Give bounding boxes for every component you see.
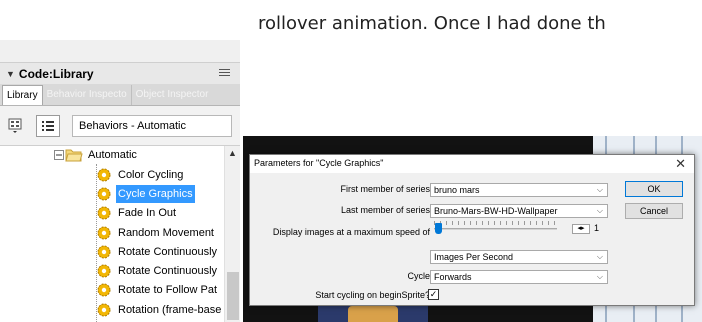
tab-library[interactable]: Library bbox=[2, 85, 43, 105]
gear-icon bbox=[97, 264, 111, 278]
gear-icon bbox=[97, 187, 111, 201]
panel-header-strip bbox=[0, 40, 240, 62]
last-member-value: Bruno-Mars-BW-HD-Wallpaper bbox=[434, 206, 558, 216]
gear-icon bbox=[97, 303, 111, 317]
collapse-triangle-icon[interactable]: ▼ bbox=[6, 69, 15, 79]
tree-item-label: Rotate Continuously bbox=[118, 265, 218, 277]
library-tree: Automatic Color Cycling Cycle Graphics F… bbox=[0, 146, 240, 322]
chevron-down-icon: ⌵ bbox=[596, 185, 603, 194]
cycle-label: Cycle bbox=[407, 271, 430, 281]
speed-slider-track[interactable] bbox=[434, 221, 557, 233]
speed-unit-select[interactable]: Images Per Second ⌵ bbox=[430, 250, 608, 264]
tree-item-label: Fade In Out bbox=[118, 207, 177, 219]
tree-item-label: Color Cycling bbox=[118, 169, 184, 181]
speed-unit-value: Images Per Second bbox=[434, 252, 514, 262]
first-member-value: bruno mars bbox=[434, 185, 480, 195]
speed-label: Display images at a maximum speed of bbox=[272, 227, 430, 237]
scroll-thumb[interactable] bbox=[227, 272, 239, 320]
close-icon[interactable]: ✕ bbox=[675, 156, 686, 172]
dialog-title: Parameters for "Cycle Graphics" bbox=[254, 158, 384, 168]
gear-icon bbox=[97, 226, 111, 240]
parameters-dialog: Parameters for "Cycle Graphics" ✕ First … bbox=[249, 154, 695, 306]
dialog-body: First member of series bruno mars ⌵ Last… bbox=[250, 173, 694, 305]
speed-slider-thumb[interactable] bbox=[435, 223, 442, 234]
library-view-icon[interactable] bbox=[8, 118, 28, 134]
tree-scrollbar[interactable]: ▲ bbox=[224, 146, 240, 322]
folder-icon bbox=[65, 149, 83, 162]
chevron-down-icon: ⌵ bbox=[596, 252, 603, 261]
article-text: rollover animation. Once I had done th bbox=[258, 13, 606, 34]
start-cycling-label: Start cycling on beginSprite? bbox=[315, 290, 430, 300]
gear-icon bbox=[97, 168, 111, 182]
start-cycling-checkbox[interactable]: ✓ bbox=[428, 289, 439, 300]
gear-icon bbox=[97, 283, 111, 297]
tab-object-inspector[interactable]: Object Inspector bbox=[130, 85, 213, 105]
tree-folder-label: Automatic bbox=[88, 149, 137, 161]
tree-item-label: Rotation (frame-base bbox=[118, 304, 222, 316]
last-member-label: Last member of series bbox=[340, 205, 430, 215]
panel-title: Code:Library bbox=[18, 66, 94, 81]
list-view-icon[interactable] bbox=[36, 115, 60, 137]
cycle-select[interactable]: Forwards ⌵ bbox=[430, 270, 608, 284]
tree-item-label: Rotate to Follow Pat bbox=[118, 284, 218, 296]
last-member-select[interactable]: Bruno-Mars-BW-HD-Wallpaper ⌵ bbox=[430, 204, 608, 218]
scroll-up-icon[interactable]: ▲ bbox=[228, 148, 237, 158]
gear-icon bbox=[97, 245, 111, 259]
cycle-value: Forwards bbox=[434, 272, 472, 282]
speed-value: 1 bbox=[594, 223, 600, 233]
tree-item-label: Cycle Graphics bbox=[116, 185, 195, 203]
gear-icon bbox=[97, 206, 111, 220]
panel-menu-icon[interactable] bbox=[219, 69, 230, 79]
first-member-select[interactable]: bruno mars ⌵ bbox=[430, 183, 608, 197]
first-member-label: First member of series bbox=[340, 184, 430, 194]
panel-titlebar[interactable]: ▼ Code:Library bbox=[0, 62, 240, 84]
ok-button[interactable]: OK bbox=[625, 181, 683, 197]
collapse-minus-icon bbox=[54, 150, 64, 160]
stage-image bbox=[318, 306, 428, 322]
cancel-button[interactable]: Cancel bbox=[625, 203, 683, 219]
panel-tabbar: Library Behavior Inspecto Object Inspect… bbox=[0, 84, 240, 106]
speed-stepper[interactable]: ◂▸ bbox=[572, 224, 590, 234]
chevron-down-icon: ⌵ bbox=[596, 272, 603, 281]
tab-behavior-inspector[interactable]: Behavior Inspecto bbox=[43, 85, 131, 105]
tree-item-label: Rotate Continuously bbox=[118, 246, 218, 258]
behavior-category-select[interactable]: Behaviors - Automatic bbox=[72, 115, 232, 137]
tree-item-label: Random Movement bbox=[118, 227, 214, 239]
library-toolbar: Behaviors - Automatic bbox=[0, 106, 240, 146]
chevron-down-icon: ⌵ bbox=[596, 206, 603, 215]
